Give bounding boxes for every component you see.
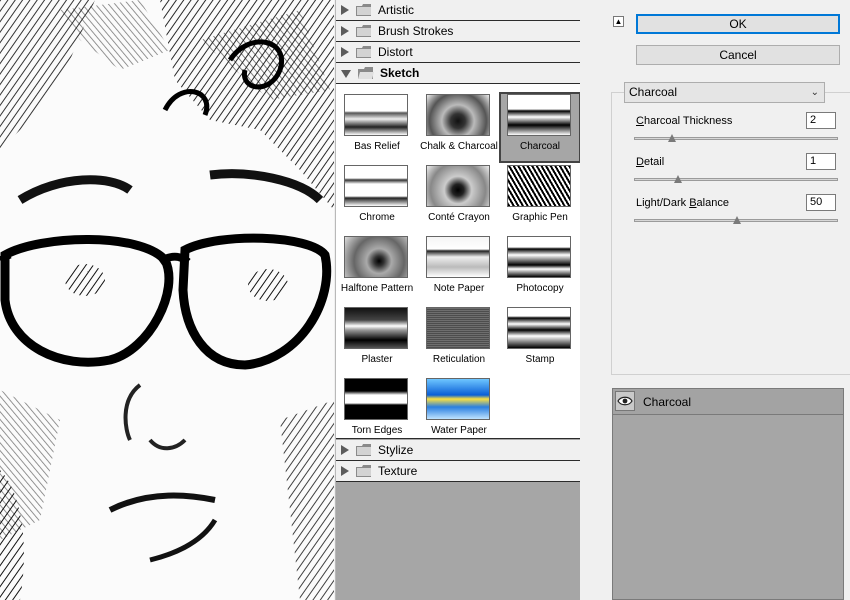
- detail-field[interactable]: 1: [806, 153, 836, 170]
- filter-select[interactable]: Charcoal ⌄: [624, 82, 825, 103]
- effect-layer-name: Charcoal: [643, 395, 692, 409]
- filter-thumb-label: Plaster: [361, 354, 393, 365]
- category-sketch[interactable]: Sketch: [336, 63, 581, 84]
- filter-thumb-cont-crayon[interactable]: Conté Crayon: [418, 163, 500, 234]
- light-dark-balance-label: Light/Dark Balance: [636, 197, 729, 209]
- filter-thumb-graphic-pen[interactable]: Graphic Pen: [499, 163, 581, 234]
- filter-thumbnail-image: [507, 307, 571, 349]
- filter-thumb-label: Bas Relief: [354, 141, 400, 152]
- filter-thumbnail-image: [426, 236, 490, 278]
- open-folder-icon: [358, 67, 374, 79]
- filter-thumb-label: Reticulation: [432, 354, 486, 365]
- filter-settings-panel: ▲ OK Cancel Charcoal ⌄ Charcoal Thicknes…: [596, 0, 850, 600]
- filter-thumbnail-image: [426, 165, 490, 207]
- filter-thumb-label: Note Paper: [433, 283, 485, 294]
- detail-slider[interactable]: [634, 175, 838, 183]
- category-brush-strokes[interactable]: Brush Strokes: [336, 21, 581, 42]
- eye-visibility-icon[interactable]: [615, 391, 635, 411]
- filter-gallery: Artistic Brush Strokes Distort Sketch Ba…: [335, 0, 581, 600]
- filter-thumb-chrome[interactable]: Chrome: [336, 163, 418, 234]
- folder-icon: [356, 46, 372, 58]
- filter-thumb-reticulation[interactable]: Reticulation: [418, 305, 500, 376]
- charcoal-thickness-slider[interactable]: [634, 134, 838, 142]
- filter-thumbnail-image: [344, 307, 408, 349]
- filter-select-value: Charcoal: [629, 85, 678, 99]
- filter-thumb-chalk-charcoal[interactable]: Chalk & Charcoal: [418, 92, 500, 163]
- category-label: Artistic: [378, 3, 414, 17]
- effect-layers-list: Charcoal: [612, 388, 844, 600]
- filter-thumbnail-image: [344, 236, 408, 278]
- filter-preview-canvas[interactable]: [0, 0, 334, 600]
- category-label: Brush Strokes: [378, 24, 454, 38]
- light-dark-balance-slider[interactable]: [634, 216, 838, 224]
- category-label: Texture: [378, 464, 418, 478]
- cancel-button[interactable]: Cancel: [636, 45, 840, 65]
- category-label: Stylize: [378, 443, 414, 457]
- filter-thumb-charcoal[interactable]: Charcoal: [499, 92, 581, 163]
- expand-triangle-icon[interactable]: [341, 47, 349, 57]
- filter-thumb-label: Chalk & Charcoal: [420, 141, 498, 152]
- charcoal-thickness-field[interactable]: 2: [806, 112, 836, 129]
- filter-thumb-label: Graphic Pen: [512, 212, 568, 223]
- chevron-down-icon: ⌄: [810, 87, 819, 98]
- slider-thumb[interactable]: [668, 134, 676, 142]
- slider-thumb[interactable]: [674, 175, 682, 183]
- folder-icon: [356, 465, 372, 477]
- expand-triangle-icon[interactable]: [341, 5, 349, 15]
- light-dark-balance-field[interactable]: 50: [806, 194, 836, 211]
- filter-thumb-note-paper[interactable]: Note Paper: [418, 234, 500, 305]
- expand-triangle-icon[interactable]: [341, 466, 349, 476]
- effect-layer-row[interactable]: Charcoal: [613, 389, 843, 415]
- filter-thumbnail-image: [507, 165, 571, 207]
- detail-label: Detail: [636, 156, 665, 168]
- expand-triangle-icon[interactable]: [341, 445, 349, 455]
- filter-thumbnail-image: [507, 236, 571, 278]
- collapse-triangle-icon[interactable]: [341, 70, 351, 78]
- filter-thumb-bas-relief[interactable]: Bas Relief: [336, 92, 418, 163]
- filter-thumbnail-image: [507, 94, 571, 136]
- ok-button[interactable]: OK: [636, 14, 840, 34]
- folder-icon: [356, 25, 372, 37]
- collapse-gallery-button[interactable]: ▲: [613, 16, 624, 27]
- filter-thumb-stamp[interactable]: Stamp: [499, 305, 581, 376]
- filter-thumb-label: Water Paper: [431, 425, 487, 436]
- filter-thumbnail-image: [344, 165, 408, 207]
- filter-thumb-label: Stamp: [525, 354, 555, 365]
- filter-thumb-water-paper[interactable]: Water Paper: [418, 376, 500, 447]
- filter-options-group: [611, 92, 850, 375]
- category-label: Distort: [378, 45, 413, 59]
- expand-triangle-icon[interactable]: [341, 26, 349, 36]
- category-artistic[interactable]: Artistic: [336, 0, 581, 21]
- charcoal-thickness-label: Charcoal Thickness: [636, 115, 733, 127]
- filter-thumb-label: Charcoal: [519, 141, 561, 152]
- filter-thumb-label: Halftone Pattern: [340, 283, 414, 294]
- filter-thumb-halftone-pattern[interactable]: Halftone Pattern: [336, 234, 418, 305]
- filter-thumb-label: Conté Crayon: [428, 212, 490, 223]
- gallery-scrollbar[interactable]: [580, 0, 596, 600]
- filter-thumbnail-image: [344, 94, 408, 136]
- folder-icon: [356, 444, 372, 456]
- filter-thumb-label: Torn Edges: [351, 425, 403, 436]
- category-texture[interactable]: Texture: [336, 461, 581, 482]
- category-label: Sketch: [380, 66, 420, 80]
- filter-thumb-label: Photocopy: [516, 283, 564, 294]
- filter-thumb-photocopy[interactable]: Photocopy: [499, 234, 581, 305]
- filter-thumb-torn-edges[interactable]: Torn Edges: [336, 376, 418, 447]
- category-stylize[interactable]: Stylize: [336, 440, 581, 461]
- filter-thumb-plaster[interactable]: Plaster: [336, 305, 418, 376]
- filter-thumbnail-image: [426, 94, 490, 136]
- filter-thumbnail-image: [426, 378, 490, 420]
- slider-thumb[interactable]: [733, 216, 741, 224]
- folder-icon: [356, 4, 372, 16]
- filter-thumb-label: Chrome: [359, 212, 395, 223]
- sketch-filter-grid: Bas Relief Chalk & Charcoal Charcoal Chrome…: [336, 84, 581, 439]
- category-distort[interactable]: Distort: [336, 42, 581, 63]
- filter-thumbnail-image: [344, 378, 408, 420]
- charcoal-sketch-image: [0, 0, 334, 600]
- filter-thumbnail-image: [426, 307, 490, 349]
